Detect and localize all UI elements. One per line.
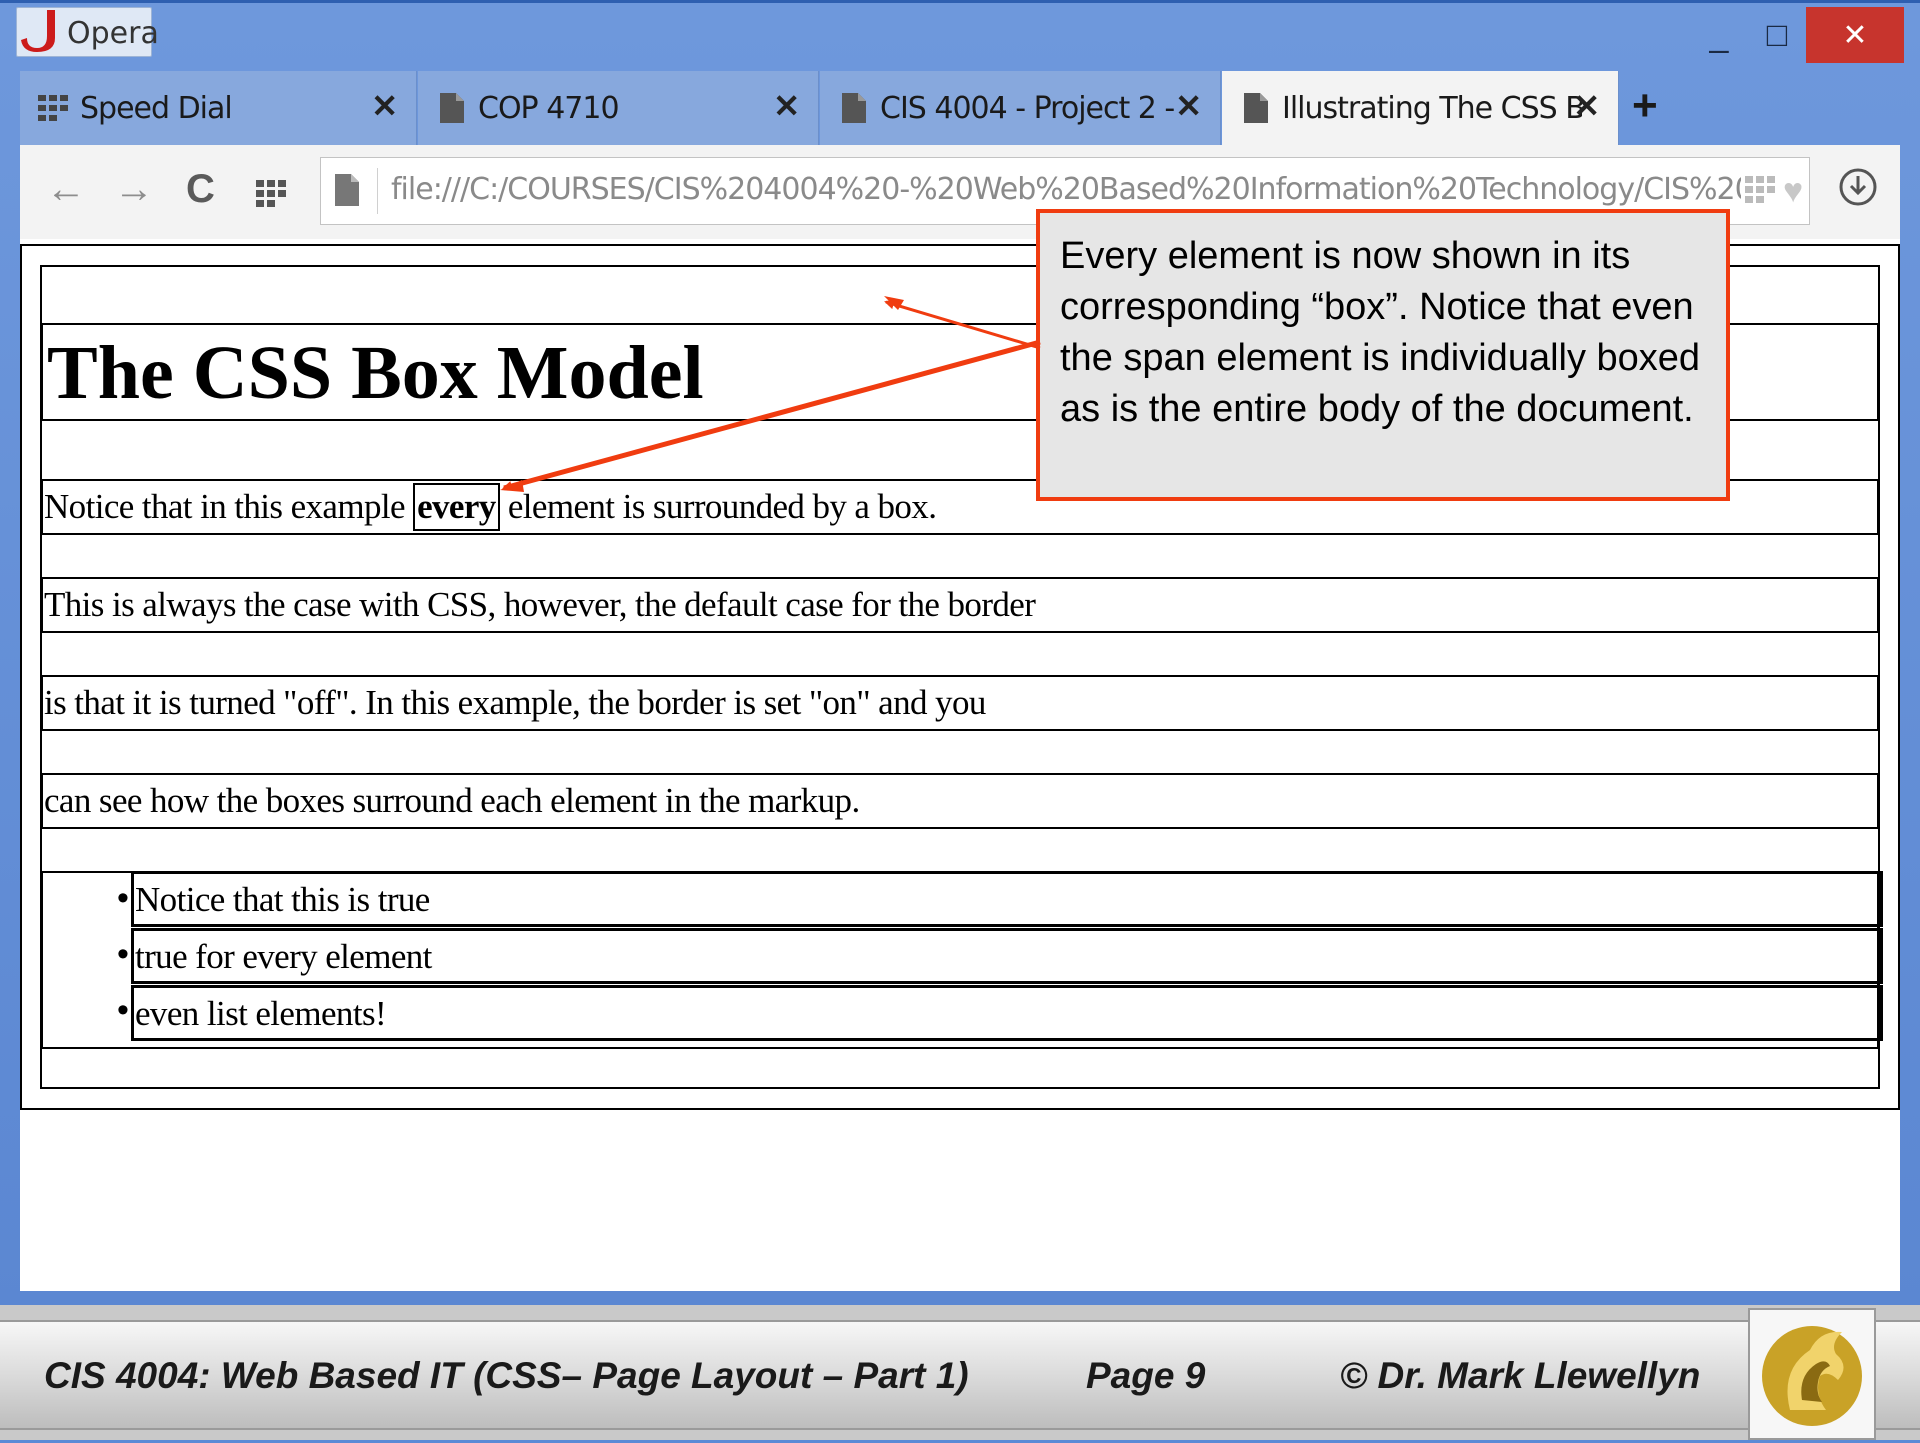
new-tab-button[interactable]: + [1632, 81, 1658, 131]
footer-page-number: Page 9 [1086, 1355, 1206, 1396]
page-icon [434, 90, 470, 126]
list-item: true for every element [131, 928, 1883, 984]
tab-cis-4004-project[interactable]: CIS 4004 - Project 2 - Fal ✕ [820, 71, 1221, 145]
tab-illustrating-css-box[interactable]: Illustrating The CSS Box ✕ [1222, 71, 1619, 145]
browser-window: Opera _ □ ✕ Speed Dial ✕ COP 4710 ✕ CIS … [0, 0, 1920, 1308]
tab-label: Speed Dial [80, 90, 233, 126]
page-icon [836, 90, 872, 126]
bookmark-heart-icon[interactable]: ♥ [1783, 172, 1803, 211]
back-button[interactable]: ← [46, 167, 86, 212]
close-window-button[interactable]: ✕ [1806, 7, 1904, 63]
list-box: • Notice that this is true • true for ev… [41, 871, 1883, 1049]
list-item-text: even list elements! [135, 994, 387, 1033]
page-icon [335, 174, 359, 206]
close-icon: ✕ [1842, 18, 1868, 52]
list-bullet: • [117, 935, 129, 973]
list-item: even list elements! [131, 985, 1883, 1041]
tab-label: COP 4710 [478, 90, 620, 126]
ucf-pegasus-logo [1748, 1308, 1876, 1440]
paragraph-text: is that it is turned "off". In this exam… [44, 683, 986, 722]
paragraph-box: is that it is turned "off". In this exam… [41, 675, 1879, 731]
tab-close-icon[interactable]: ✕ [1175, 87, 1202, 125]
span-every: every [413, 483, 500, 531]
speed-dial-button[interactable] [256, 173, 288, 218]
page-icon [1238, 90, 1274, 126]
tab-cop-4710[interactable]: COP 4710 ✕ [418, 71, 819, 145]
list-item-text: true for every element [135, 937, 432, 976]
maximize-icon: □ [1766, 15, 1788, 54]
reload-button[interactable]: C [186, 167, 215, 212]
tab-close-icon[interactable]: ✕ [1573, 87, 1600, 125]
list-bullet: • [117, 991, 129, 1029]
callout-box: Every element is now shown in its corres… [1036, 209, 1730, 501]
opera-logo-icon [21, 10, 55, 52]
download-icon[interactable] [1838, 167, 1878, 207]
maximize-button[interactable]: □ [1748, 7, 1806, 63]
opera-menu-label: Opera [67, 16, 159, 51]
tab-close-icon[interactable]: ✕ [371, 87, 398, 125]
paragraph-text-start: Notice that in this example [44, 487, 414, 526]
paragraph-text-end: element is surrounded by a box. [499, 487, 937, 526]
paragraph-box: This is always the case with CSS, howeve… [41, 577, 1879, 633]
speed-dial-add-icon[interactable] [1745, 176, 1777, 204]
paragraph-box: can see how the boxes surround each elem… [41, 773, 1879, 829]
list-item-text: Notice that this is true [135, 880, 430, 919]
list-bullet: • [117, 879, 129, 917]
tab-label: Illustrating The CSS Box [1282, 90, 1582, 126]
paragraph-text: This is always the case with CSS, howeve… [44, 585, 1036, 624]
footer-course-title: CIS 4004: Web Based IT (CSS– Page Layout… [44, 1355, 969, 1396]
opera-menu-button[interactable]: Opera [16, 7, 159, 57]
page-title: The CSS Box Model [47, 331, 704, 415]
paragraph-text: Notice that in this example every elemen… [44, 483, 937, 531]
url-divider [377, 168, 378, 214]
speed-dial-icon [256, 180, 286, 207]
footer-author: © Dr. Mark Llewellyn [1340, 1355, 1701, 1396]
minimize-icon: _ [1709, 15, 1729, 54]
tab-speed-dial[interactable]: Speed Dial ✕ [20, 71, 417, 145]
list-item: Notice that this is true [131, 871, 1883, 927]
forward-button[interactable]: → [114, 167, 154, 212]
tab-close-icon[interactable]: ✕ [773, 87, 800, 125]
speed-dial-icon [36, 90, 72, 126]
minimize-button[interactable]: _ [1690, 7, 1748, 63]
tab-label: CIS 4004 - Project 2 - Fal [880, 90, 1180, 126]
url-text[interactable]: file:///C:/COURSES/CIS%204004%20-%20Web%… [391, 172, 1741, 207]
paragraph-text: can see how the boxes surround each elem… [44, 781, 860, 820]
